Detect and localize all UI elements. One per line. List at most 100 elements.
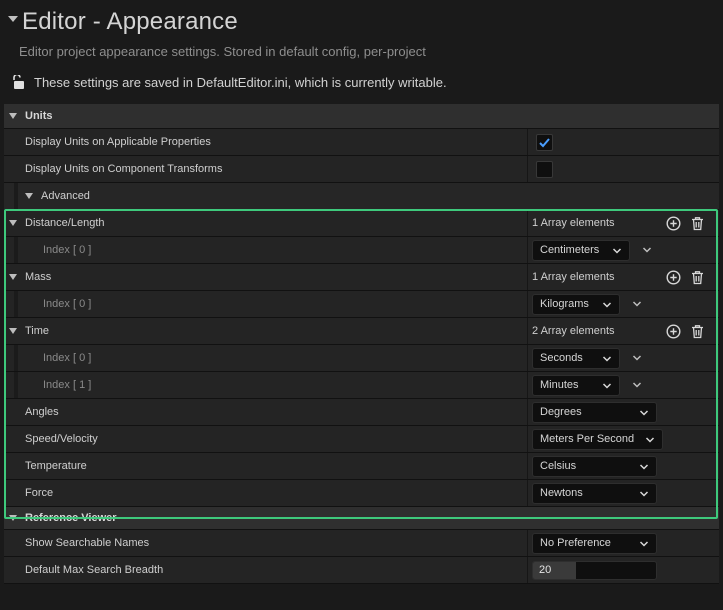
check-icon (539, 137, 550, 147)
property-label: Show Searchable Names (25, 537, 150, 549)
index-label: Index [ 0 ] (43, 298, 92, 310)
property-speed: Speed/Velocity Meters Per Second (4, 426, 719, 453)
unit-dropdown[interactable]: Seconds (532, 347, 620, 369)
chevron-down-icon[interactable] (642, 245, 652, 255)
array-count: 1 Array elements (532, 217, 615, 229)
property-value: Newtons (527, 480, 719, 506)
category-label: Reference Viewer (25, 512, 117, 524)
property-force: Force Newtons (4, 480, 719, 507)
component-transforms-checkbox[interactable] (536, 160, 553, 178)
indent-bar (14, 237, 18, 263)
settings-header: Editor - Appearance Editor project appea… (0, 0, 723, 104)
dropdown-value: Degrees (540, 406, 582, 418)
add-element-icon[interactable] (666, 216, 681, 231)
dropdown-value: Centimeters (540, 244, 600, 256)
property-label: Temperature (25, 460, 87, 472)
array-count: 1 Array elements (532, 271, 615, 283)
array-actions (666, 216, 705, 231)
property-value: No Preference (527, 530, 719, 556)
add-element-icon[interactable] (666, 324, 681, 339)
property-temperature: Temperature Celsius (4, 453, 719, 480)
searchable-names-dropdown[interactable]: No Preference (532, 532, 657, 554)
expand-caret-icon[interactable] (9, 113, 17, 119)
display-units-checkbox[interactable] (536, 133, 553, 151)
property-value: 1 Array elements (527, 264, 719, 290)
add-element-icon[interactable] (666, 270, 681, 285)
property-value (527, 156, 719, 182)
property-searchable-names: Show Searchable Names No Preference (4, 530, 719, 557)
chevron-down-icon[interactable] (632, 299, 642, 309)
property-label: Display Units on Component Transforms (25, 163, 223, 175)
temperature-dropdown[interactable]: Celsius (532, 455, 657, 477)
property-label: Speed/Velocity (25, 433, 98, 445)
index-label: Index [ 0 ] (43, 244, 92, 256)
max-breadth-spinbox[interactable]: 20 (532, 560, 657, 580)
expand-caret-icon[interactable] (9, 515, 17, 521)
spinbox-value: 20 (539, 564, 552, 576)
unit-dropdown[interactable]: Centimeters (532, 239, 630, 261)
advanced-label: Advanced (41, 190, 90, 202)
trash-icon[interactable] (690, 324, 705, 339)
property-value: 2 Array elements (527, 318, 719, 344)
collapse-caret-icon[interactable] (8, 16, 18, 22)
expand-caret-icon[interactable] (25, 193, 33, 199)
speed-dropdown[interactable]: Meters Per Second (532, 428, 663, 450)
chevron-down-icon (639, 490, 649, 497)
property-label: Force (25, 487, 54, 499)
dropdown-value: Minutes (540, 379, 579, 391)
trash-icon[interactable] (690, 216, 705, 231)
dropdown-value: Meters Per Second (540, 433, 635, 445)
expand-caret-icon[interactable] (9, 328, 17, 334)
chevron-down-icon (602, 301, 612, 308)
indent-bar (14, 345, 18, 371)
property-value: 20 (527, 557, 719, 583)
array-element-row: Index [ 0 ] Centimeters (4, 237, 719, 264)
chevron-down-icon (602, 355, 612, 362)
chevron-down-icon (639, 540, 649, 547)
category-units[interactable]: Units (4, 104, 719, 129)
page-title: Editor - Appearance (22, 8, 238, 35)
array-actions (666, 324, 705, 339)
property-value: Centimeters (527, 237, 719, 263)
chevron-down-icon[interactable] (632, 380, 642, 390)
expand-caret-icon[interactable] (9, 220, 17, 226)
property-angles: Angles Degrees (4, 399, 719, 426)
array-element-row: Index [ 0 ] Kilograms (4, 291, 719, 318)
expand-caret-icon[interactable] (9, 274, 17, 280)
array-distance: Distance/Length 1 Array elements (4, 210, 719, 237)
array-actions (666, 270, 705, 285)
force-dropdown[interactable]: Newtons (532, 482, 657, 504)
chevron-down-icon (612, 247, 622, 254)
property-value: Kilograms (527, 291, 719, 317)
chevron-down-icon (602, 382, 612, 389)
array-element-row: Index [ 1 ] Minutes (4, 372, 719, 399)
property-component-transforms: Display Units on Component Transforms (4, 156, 719, 183)
array-element-row: Index [ 0 ] Seconds (4, 345, 719, 372)
dropdown-value: Celsius (540, 460, 577, 472)
unit-dropdown[interactable]: Minutes (532, 374, 620, 396)
index-label: Index [ 0 ] (43, 352, 92, 364)
trash-icon[interactable] (690, 270, 705, 285)
property-value: Celsius (527, 453, 719, 479)
property-label: Distance/Length (25, 217, 105, 229)
dropdown-value: No Preference (540, 537, 611, 549)
indent-bar (14, 372, 18, 398)
property-display-units: Display Units on Applicable Properties (4, 129, 719, 156)
page-subtitle: Editor project appearance settings. Stor… (19, 44, 426, 59)
chevron-down-icon (639, 409, 649, 416)
indent-bar (14, 183, 18, 209)
category-reference-viewer[interactable]: Reference Viewer (4, 507, 719, 530)
property-max-search-breadth: Default Max Search Breadth 20 (4, 557, 719, 584)
unlock-icon (13, 75, 24, 89)
advanced-group[interactable]: Advanced (4, 183, 719, 210)
property-value: Meters Per Second (527, 426, 719, 452)
chevron-down-icon[interactable] (632, 353, 642, 363)
property-label: Mass (25, 271, 52, 283)
array-mass: Mass 1 Array elements (4, 264, 719, 291)
angles-dropdown[interactable]: Degrees (532, 401, 657, 423)
property-label: Time (25, 325, 50, 337)
category-label: Units (25, 110, 53, 122)
dropdown-value: Kilograms (540, 298, 589, 310)
unit-dropdown[interactable]: Kilograms (532, 293, 620, 315)
array-time: Time 2 Array elements (4, 318, 719, 345)
